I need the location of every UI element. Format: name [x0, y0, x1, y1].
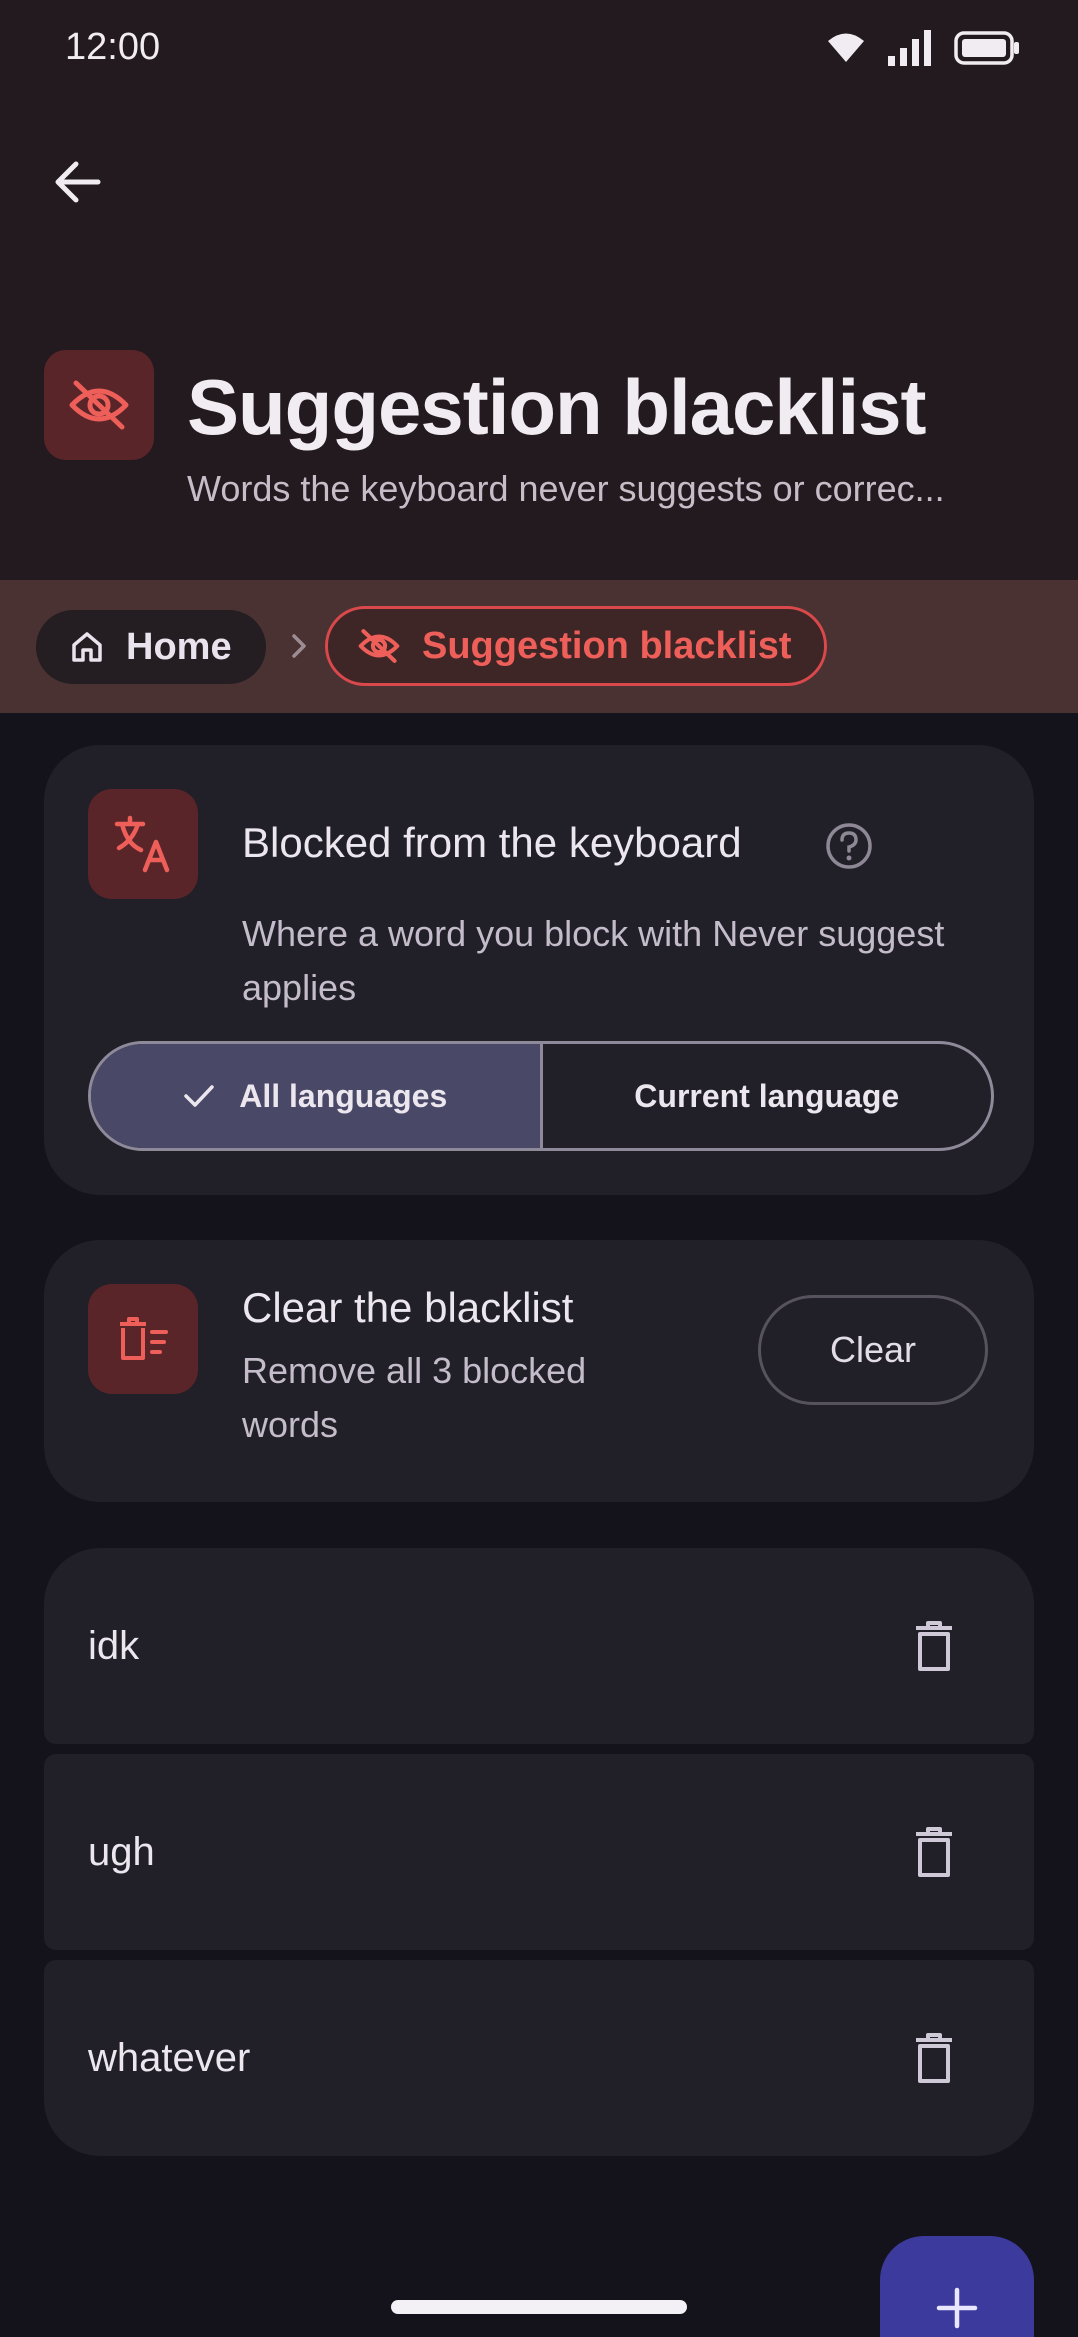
trash-icon — [916, 1827, 952, 1877]
breadcrumb-current[interactable]: Suggestion blacklist — [325, 606, 827, 686]
status-time: 12:00 — [65, 26, 161, 68]
scope-description: Where a word you block with Never sugges… — [242, 913, 945, 1008]
eye-off-icon — [358, 629, 400, 663]
status-bar: 12:00 — [0, 0, 1078, 96]
delete-word-button[interactable] — [894, 1812, 974, 1892]
scope-card: Blocked from the keyboard Where a word y… — [44, 745, 1034, 1195]
trash-icon — [916, 2033, 952, 2083]
help-button[interactable] — [824, 821, 874, 871]
list-item: ugh — [44, 1754, 1034, 1950]
battery-icon — [954, 31, 1019, 65]
breadcrumb-current-label: Suggestion blacklist — [422, 624, 792, 667]
scope-title: Blocked from the keyboard — [242, 819, 742, 866]
blocked-word: idk — [88, 1623, 140, 1668]
breadcrumb-separator — [284, 624, 314, 668]
delete-word-button[interactable] — [894, 2018, 974, 2098]
eye-off-icon — [69, 380, 129, 430]
option-current-language[interactable]: Current language — [543, 1044, 992, 1148]
arrow-left-icon — [55, 161, 101, 203]
option-label: All languages — [239, 1077, 448, 1114]
breadcrumb-home[interactable]: Home — [36, 610, 266, 684]
home-indicator[interactable] — [391, 2300, 687, 2314]
page-title: Suggestion blacklist — [187, 363, 926, 451]
blocked-word: whatever — [88, 2035, 251, 2080]
page-subtitle: Words the keyboard never suggests or cor… — [187, 468, 945, 509]
breadcrumb-home-label: Home — [126, 625, 232, 668]
breadcrumb: Home Suggestion blacklist — [0, 580, 1078, 713]
status-icons — [826, 30, 1020, 66]
scope-icon-tile — [88, 789, 198, 899]
plus-icon — [936, 2287, 978, 2329]
option-all-languages[interactable]: All languages — [91, 1044, 543, 1148]
clear-title: Clear the blacklist — [242, 1284, 574, 1331]
back-button[interactable] — [40, 145, 114, 219]
option-label: Current language — [634, 1077, 900, 1114]
check-icon — [184, 1085, 214, 1107]
header-icon-tile — [44, 350, 154, 460]
chevron-right-icon — [292, 634, 306, 658]
add-word-button[interactable] — [880, 2236, 1034, 2337]
clear-icon-tile — [88, 1284, 198, 1394]
delete-word-button[interactable] — [894, 1606, 974, 1686]
list-item: idk — [44, 1548, 1034, 1744]
list-item: whatever — [44, 1960, 1034, 2156]
blocked-word: ugh — [88, 1829, 155, 1874]
clear-button[interactable]: Clear — [758, 1295, 988, 1405]
signal-icon — [888, 30, 931, 66]
clear-description: Remove all 3 blocked words — [242, 1350, 587, 1445]
app-header: 12:00 Suggestion blacklist Words the key… — [0, 0, 1078, 580]
wifi-icon — [828, 33, 864, 62]
delete-sweep-icon — [120, 1317, 168, 1360]
home-icon — [72, 632, 102, 662]
clear-card: Clear the blacklist Remove all 3 blocked… — [44, 1240, 1034, 1502]
help-circle-icon — [826, 823, 872, 869]
trash-icon — [916, 1621, 952, 1671]
translate-icon — [114, 815, 170, 873]
language-scope-toggle: All languages Current language — [88, 1041, 994, 1151]
